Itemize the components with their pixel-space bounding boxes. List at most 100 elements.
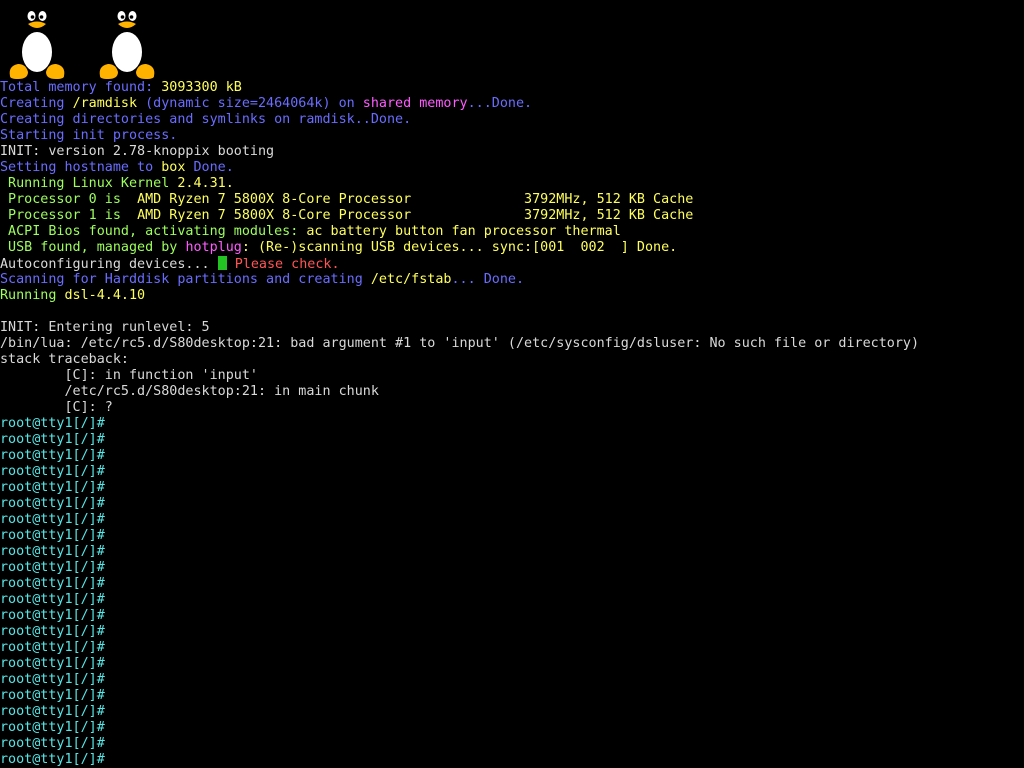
- console-text: /ramdisk: [72, 96, 138, 111]
- console-text: ac battery button fan processor thermal: [306, 224, 621, 239]
- shell-prompt-text: root@tty1[/]#: [0, 624, 105, 639]
- console-text: INIT: version 2.78-knoppix booting: [0, 144, 275, 159]
- runlevel-line: INIT: Entering runlevel: 5: [0, 320, 1024, 336]
- usb-line: USB found, managed by hotplug: (Re-)scan…: [0, 240, 1024, 256]
- traceback-frame-3: [C]: ?: [0, 400, 1024, 416]
- console-text: dsl-4.4.10: [64, 288, 146, 303]
- shell-prompt[interactable]: root@tty1[/]#: [0, 624, 1024, 640]
- console-text: hotplug: [185, 240, 242, 255]
- console-text: 3093300 kB: [161, 80, 242, 95]
- console-output[interactable]: Total memory found: 3093300 kB Creating /…: [0, 80, 1024, 768]
- shell-prompt-text: root@tty1[/]#: [0, 512, 105, 527]
- console-text: Processor 0 is: [0, 192, 138, 207]
- console-text: Setting hostname to: [0, 160, 162, 175]
- harddisk-line: Scanning for Harddisk partitions and cre…: [0, 272, 1024, 288]
- console-text: Starting init process.: [0, 128, 178, 143]
- shell-prompt[interactable]: root@tty1[/]#: [0, 480, 1024, 496]
- shell-prompt[interactable]: root@tty1[/]#: [0, 448, 1024, 464]
- init-start-line: Starting init process.: [0, 128, 1024, 144]
- shell-prompt[interactable]: root@tty1[/]#: [0, 640, 1024, 656]
- shell-prompt[interactable]: root@tty1[/]#: [0, 672, 1024, 688]
- console-text: Total memory found:: [0, 80, 162, 95]
- console-text: ... Done.: [451, 272, 525, 287]
- console-text: /bin/lua: /etc/rc5.d/S80desktop:21: bad …: [0, 336, 920, 351]
- memory-line: Total memory found: 3093300 kB: [0, 80, 1024, 96]
- shell-prompt[interactable]: root@tty1[/]#: [0, 512, 1024, 528]
- text-cursor: [217, 256, 227, 270]
- shell-prompt-text: root@tty1[/]#: [0, 672, 105, 687]
- console-text: Please check.: [226, 257, 340, 272]
- shell-prompt-text: root@tty1[/]#: [0, 432, 105, 447]
- tux-penguin-icon: [6, 2, 68, 80]
- console-text: AMD Ryzen 7 5800X 8-Core Processor 3792M…: [137, 208, 694, 223]
- shell-prompt[interactable]: root@tty1[/]#: [0, 544, 1024, 560]
- console-text: Running Linux Kernel: [0, 176, 178, 191]
- console-text: (dynamic size=2464064k) on: [137, 96, 363, 111]
- shell-prompt[interactable]: root@tty1[/]#: [0, 528, 1024, 544]
- shell-prompt[interactable]: root@tty1[/]#: [0, 432, 1024, 448]
- shell-prompt[interactable]: root@tty1[/]#: [0, 704, 1024, 720]
- console-text: Running: [0, 288, 65, 303]
- console-text: 2.4.31.: [177, 176, 234, 191]
- console-text: shared memory: [362, 96, 468, 111]
- shell-prompt-text: root@tty1[/]#: [0, 464, 105, 479]
- shell-prompt-text: root@tty1[/]#: [0, 640, 105, 655]
- console-text: stack traceback:: [0, 352, 129, 367]
- shell-prompt-text: root@tty1[/]#: [0, 576, 105, 591]
- shell-prompt-text: root@tty1[/]#: [0, 528, 105, 543]
- traceback-frame-1: [C]: in function 'input': [0, 368, 1024, 384]
- shell-prompt-text: root@tty1[/]#: [0, 608, 105, 623]
- shell-prompt-text: root@tty1[/]#: [0, 656, 105, 671]
- console-text: Creating: [0, 96, 73, 111]
- shell-prompt[interactable]: root@tty1[/]#: [0, 576, 1024, 592]
- console-text: Autoconfiguring devices...: [0, 257, 218, 272]
- shell-prompt-text: root@tty1[/]#: [0, 496, 105, 511]
- kernel-line: Running Linux Kernel 2.4.31.: [0, 176, 1024, 192]
- shell-prompt[interactable]: root@tty1[/]#: [0, 560, 1024, 576]
- shell-prompt-text: root@tty1[/]#: [0, 688, 105, 703]
- console-text: AMD Ryzen 7 5800X 8-Core Processor 3792M…: [137, 192, 694, 207]
- shell-prompt[interactable]: root@tty1[/]#: [0, 416, 1024, 432]
- shell-prompt-text: root@tty1[/]#: [0, 560, 105, 575]
- shell-prompt-text: root@tty1[/]#: [0, 416, 105, 431]
- console-screen[interactable]: Total memory found: 3093300 kB Creating /…: [0, 0, 1024, 768]
- console-text: ACPI Bios found, activating modules:: [0, 224, 307, 239]
- shell-prompt[interactable]: root@tty1[/]#: [0, 592, 1024, 608]
- shell-prompt[interactable]: root@tty1[/]#: [0, 720, 1024, 736]
- shell-prompt-text: root@tty1[/]#: [0, 448, 105, 463]
- tux-penguin-icon: [96, 2, 158, 80]
- shell-prompt[interactable]: root@tty1[/]#: [0, 752, 1024, 768]
- boot-logo-row: [0, 0, 200, 80]
- console-text: USB found, managed by: [0, 240, 186, 255]
- shell-prompt-text: root@tty1[/]#: [0, 752, 105, 767]
- console-text: INIT: Entering runlevel: 5: [0, 320, 210, 335]
- console-text: box: [161, 160, 186, 175]
- console-text: ...Done.: [467, 96, 533, 111]
- shell-prompt[interactable]: root@tty1[/]#: [0, 736, 1024, 752]
- symlinks-line: Creating directories and symlinks on ram…: [0, 112, 1024, 128]
- autoconfig-line: Autoconfiguring devices... Please check.: [0, 256, 1024, 272]
- shell-prompt-text: root@tty1[/]#: [0, 544, 105, 559]
- shell-prompt[interactable]: root@tty1[/]#: [0, 464, 1024, 480]
- shell-prompt[interactable]: root@tty1[/]#: [0, 656, 1024, 672]
- shell-prompt[interactable]: root@tty1[/]#: [0, 496, 1024, 512]
- shell-prompt[interactable]: root@tty1[/]#: [0, 608, 1024, 624]
- console-text: Scanning for Harddisk partitions and cre…: [0, 272, 371, 287]
- traceback-line: stack traceback:: [0, 352, 1024, 368]
- shell-prompt[interactable]: root@tty1[/]#: [0, 688, 1024, 704]
- processor-1-line: Processor 1 is AMD Ryzen 7 5800X 8-Core …: [0, 208, 1024, 224]
- console-text: /etc/fstab: [370, 272, 452, 287]
- dsl-line: Running dsl-4.4.10: [0, 288, 1024, 304]
- console-text: [C]: ?: [0, 400, 113, 415]
- init-version-line: INIT: version 2.78-knoppix booting: [0, 144, 1024, 160]
- console-text: Processor 1 is: [0, 208, 138, 223]
- shell-prompt-text: root@tty1[/]#: [0, 736, 105, 751]
- console-text: : (Re-)scanning USB devices... sync:[001…: [241, 240, 678, 255]
- console-text: Creating directories and symlinks on ram…: [0, 112, 412, 127]
- shell-prompt-text: root@tty1[/]#: [0, 720, 105, 735]
- traceback-frame-2: /etc/rc5.d/S80desktop:21: in main chunk: [0, 384, 1024, 400]
- ramdisk-line: Creating /ramdisk (dynamic size=2464064k…: [0, 96, 1024, 112]
- console-text: Done.: [185, 160, 234, 175]
- hostname-line: Setting hostname to box Done.: [0, 160, 1024, 176]
